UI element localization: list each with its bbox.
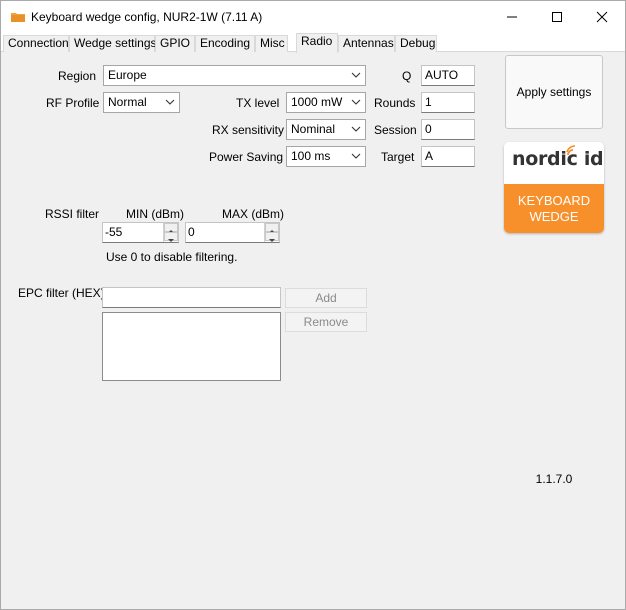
- spin-down-button[interactable]: [164, 232, 178, 242]
- tx-level-value: 1000 mW: [291, 95, 343, 109]
- rssi-max-label: MAX (dBm): [222, 207, 285, 221]
- tab-antennas[interactable]: Antennas: [338, 35, 395, 52]
- minimize-icon: [507, 16, 517, 18]
- logo-brand-area: nordic id: [504, 142, 604, 184]
- rssi-hint: Use 0 to disable filtering.: [106, 250, 238, 264]
- spin-up-button[interactable]: [265, 223, 279, 233]
- radio-tab-panel: Region Europe Q AUTO RF Profile Normal T…: [3, 53, 477, 609]
- epc-filter-list[interactable]: [102, 312, 281, 381]
- chevron-down-icon: [165, 99, 175, 105]
- tab-connection[interactable]: Connection: [3, 35, 69, 52]
- rf-profile-select[interactable]: Normal: [103, 92, 180, 113]
- caret-down-icon: [269, 239, 275, 242]
- remove-button[interactable]: Remove: [285, 312, 367, 332]
- logo-line-1: KEYBOARD: [517, 193, 591, 208]
- rx-sensitivity-select[interactable]: Nominal: [286, 119, 366, 140]
- rf-profile-value: Normal: [108, 95, 147, 109]
- tab-debug[interactable]: Debug: [395, 35, 437, 52]
- tab-strip: Connection Wedge settings GPIO Encoding …: [1, 33, 625, 53]
- logo-brand-text: nordic id: [512, 148, 604, 170]
- tx-level-select[interactable]: 1000 mW: [286, 92, 366, 113]
- tab-radio[interactable]: Radio: [296, 33, 338, 53]
- tab-encoding[interactable]: Encoding: [195, 35, 255, 52]
- tx-level-label: TX level: [236, 96, 280, 110]
- power-saving-select[interactable]: 100 ms: [286, 146, 366, 167]
- rssi-min-label: MIN (dBm): [126, 207, 184, 221]
- rssi-max-stepper[interactable]: 0: [185, 222, 280, 243]
- spin-down-button[interactable]: [265, 232, 279, 242]
- chevron-down-icon: [351, 153, 361, 159]
- epc-filter-input[interactable]: [102, 287, 281, 308]
- chevron-down-icon: [351, 126, 361, 132]
- rssi-filter-label: RSSI filter: [45, 207, 100, 221]
- target-label: Target: [381, 150, 415, 164]
- add-button[interactable]: Add: [285, 288, 367, 308]
- logo-product-area: KEYBOARD WEDGE: [504, 184, 604, 233]
- rounds-label: Rounds: [374, 96, 416, 110]
- region-label: Region: [58, 69, 97, 83]
- minimize-button[interactable]: [489, 1, 535, 33]
- title-bar[interactable]: Keyboard wedge config, NUR2-1W (7.11 A): [1, 1, 625, 33]
- app-window: Keyboard wedge config, NUR2-1W (7.11 A) …: [0, 0, 626, 610]
- chevron-down-icon: [351, 72, 361, 78]
- target-input[interactable]: A: [421, 146, 475, 167]
- apply-settings-button[interactable]: Apply settings: [505, 55, 603, 129]
- q-input[interactable]: AUTO: [421, 65, 475, 86]
- window-title: Keyboard wedge config, NUR2-1W (7.11 A): [31, 10, 263, 24]
- folder-icon: [11, 13, 25, 22]
- rounds-input[interactable]: 1: [421, 92, 475, 113]
- close-icon: [596, 11, 608, 23]
- caret-down-icon: [168, 239, 174, 242]
- region-select[interactable]: Europe: [103, 65, 366, 86]
- rx-sensitivity-value: Nominal: [291, 122, 336, 136]
- region-value: Europe: [108, 68, 147, 82]
- q-label: Q: [402, 69, 412, 83]
- maximize-icon: [552, 12, 562, 22]
- power-saving-value: 100 ms: [291, 149, 331, 163]
- nordic-id-logo: nordic id KEYBOARD WEDGE: [504, 142, 604, 233]
- rssi-min-value: -55: [105, 225, 123, 239]
- rssi-min-stepper[interactable]: -55: [102, 222, 179, 243]
- logo-line-2: WEDGE: [529, 209, 579, 224]
- tab-wedge-settings[interactable]: Wedge settings: [69, 35, 157, 52]
- tab-misc[interactable]: Misc: [255, 35, 288, 52]
- rssi-max-spin-buttons: [264, 223, 279, 242]
- epc-filter-label: EPC filter (HEX): [18, 286, 105, 300]
- close-button[interactable]: [579, 1, 625, 33]
- power-saving-label: Power Saving: [209, 150, 284, 164]
- signal-waves-icon: [566, 145, 576, 156]
- tab-gpio[interactable]: GPIO: [155, 35, 195, 52]
- side-panel: Apply settings nordic id KEYBOARD WEDGE …: [478, 53, 625, 609]
- rssi-max-value: 0: [188, 225, 195, 239]
- version-label: 1.1.7.0: [535, 472, 573, 486]
- rssi-min-spin-buttons: [163, 223, 178, 242]
- rf-profile-label: RF Profile: [46, 96, 100, 110]
- spin-up-button[interactable]: [164, 223, 178, 233]
- rx-sensitivity-label: RX sensitivity: [212, 123, 285, 137]
- session-label: Session: [374, 123, 417, 137]
- session-input[interactable]: 0: [421, 119, 475, 140]
- maximize-button[interactable]: [534, 1, 580, 33]
- chevron-down-icon: [351, 99, 361, 105]
